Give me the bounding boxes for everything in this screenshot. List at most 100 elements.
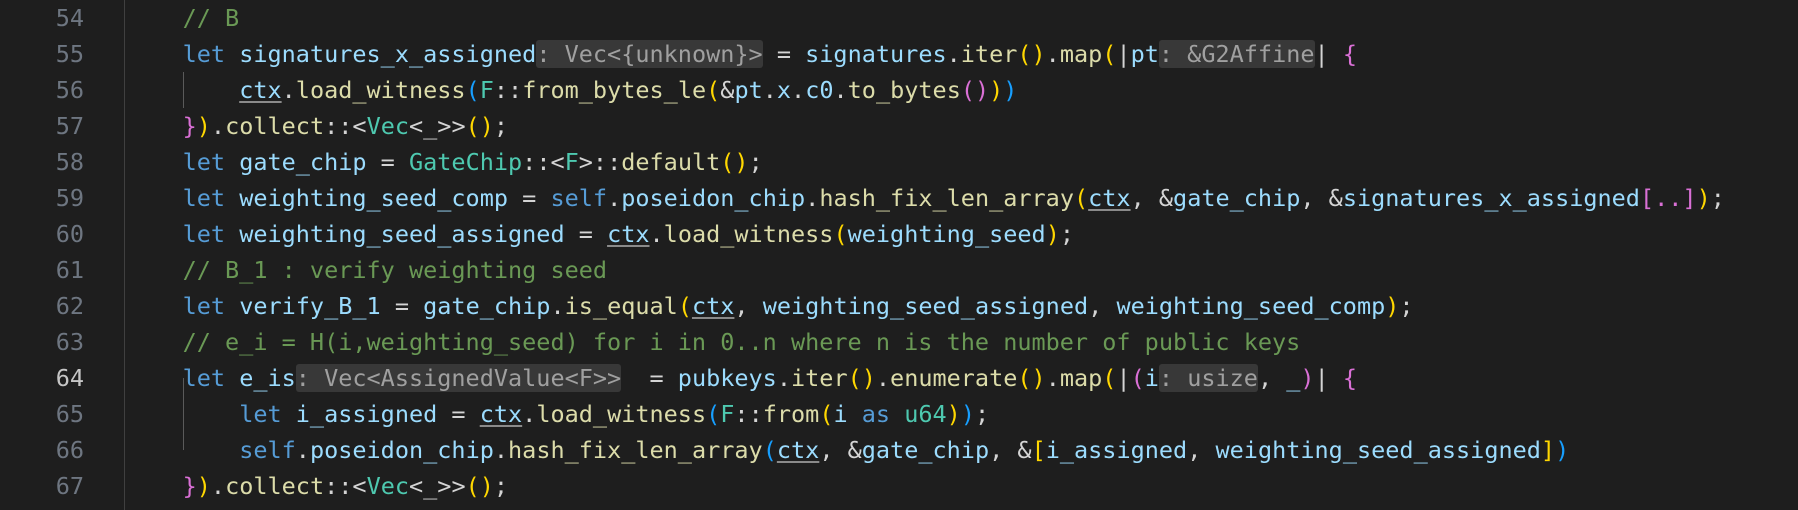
code-line[interactable]: let weighting_seed_assigned = ctx.load_w… [126,216,1074,252]
code-token: ) [1555,436,1570,464]
code-token: ::< [324,472,367,500]
line-number: 67 [55,472,84,500]
code-line[interactable]: // e_i = H(i,weighting_seed) for i in 0.… [126,324,1301,360]
code-token: . [607,184,622,212]
code-token: weighting_seed_comp [239,184,509,212]
code-token: let [182,220,240,248]
code-token: , [734,292,763,320]
code-token: i_assigned [1045,436,1188,464]
code-token: ; [974,400,990,428]
code-token: weighting_seed_assigned [239,220,565,248]
code-token: from [762,400,820,428]
code-line[interactable]: let e_is: Vec<AssignedValue<F>> = pubkey… [126,360,1357,396]
code-line[interactable]: ctx.load_witness(F::from_bytes_le(&pt.x.… [126,72,1017,108]
code-token: let [239,400,296,428]
code-token: hash_fix_len_array [508,436,763,464]
code-token: } [182,472,197,500]
code-token: pt [1130,40,1159,68]
code-token: ; [1710,184,1725,212]
code-comment: // B [182,4,240,32]
code-token: () [720,148,749,176]
code-token: gate_chip [1173,184,1301,212]
code-token: = [380,292,424,320]
code-line[interactable]: self.poseidon_chip.hash_fix_len_array(ct… [126,432,1569,468]
code-area[interactable]: // B let signatures_x_assigned: Vec<{unk… [126,0,1798,510]
code-token: <_>> [409,472,466,500]
code-line[interactable]: let signatures_x_assigned: Vec<{unknown}… [126,36,1357,72]
code-token: () [465,112,494,140]
code-line[interactable]: let verify_B_1 = gate_chip.is_equal(ctx,… [126,288,1414,324]
code-token: F [720,400,735,428]
code-token: . [762,76,777,104]
code-token: ) [989,76,1004,104]
code-token: to_bytes [847,76,961,104]
code-token: ( [465,76,480,104]
code-token: = [564,220,608,248]
code-line[interactable]: let weighting_seed_comp = self.poseidon_… [126,180,1725,216]
code-comment: // B_1 : verify weighting seed [182,256,608,284]
code-token: . [805,184,820,212]
code-token: load_witness [663,220,834,248]
line-number: 54 [55,4,84,32]
code-token: ) [1385,292,1400,320]
code-token: . [550,292,565,320]
code-line[interactable]: }).collect::<Vec<_>>(); [126,468,508,504]
code-token: ( [706,76,721,104]
code-token: let [182,148,240,176]
code-token: ; [1399,292,1414,320]
code-token: _ [1286,364,1301,392]
code-token: is_equal [564,292,678,320]
code-token: , [1187,436,1216,464]
code-token: ctx [607,220,650,248]
code-line[interactable]: }).collect::<Vec<_>>(); [126,108,508,144]
code-token: i [1144,364,1159,392]
code-token: . [281,76,296,104]
code-token: F [479,76,494,104]
code-token: ; [493,472,509,500]
code-token: | [1314,40,1343,68]
code-line[interactable]: let gate_chip = GateChip::<F>::default()… [126,144,763,180]
code-token: Vec [366,472,410,500]
code-token: ( [706,400,721,428]
line-number: 65 [55,400,84,428]
code-token: ctx [776,436,820,464]
code-line[interactable]: let i_assigned = ctx.load_witness(F::fro… [126,396,989,432]
code-token: pt [734,76,763,104]
code-token: , & [819,436,862,464]
code-token: ) [1045,220,1060,248]
code-line[interactable]: // B_1 : verify weighting seed [126,252,607,288]
code-token: ctx [691,292,735,320]
code-editor[interactable]: 54 55 56 57 58 59 60 61 62 63 64 65 66 67 // B let si… [0,0,1798,510]
line-number: 59 [55,184,84,212]
code-token: ::< [324,112,367,140]
code-token: signatures [805,40,947,68]
code-token: weighting_seed_comp [1116,292,1386,320]
code-token: . [522,400,537,428]
code-token: ) [960,400,975,428]
code-token: let [182,40,240,68]
code-token: ( [1130,364,1145,392]
line-number: 60 [55,220,84,248]
code-token: ; [1059,220,1074,248]
code-token: ::< [522,148,565,176]
code-token: , & [1300,184,1343,212]
code-line[interactable]: // B [126,0,240,36]
code-token: . [946,40,961,68]
code-token: () [465,472,494,500]
line-number: 66 [55,436,84,464]
line-number: 61 [55,256,84,284]
line-number: 58 [55,148,84,176]
code-token: . [210,112,226,140]
code-token: i [833,400,848,428]
code-token: load_witness [536,400,707,428]
code-token: } [182,112,197,140]
